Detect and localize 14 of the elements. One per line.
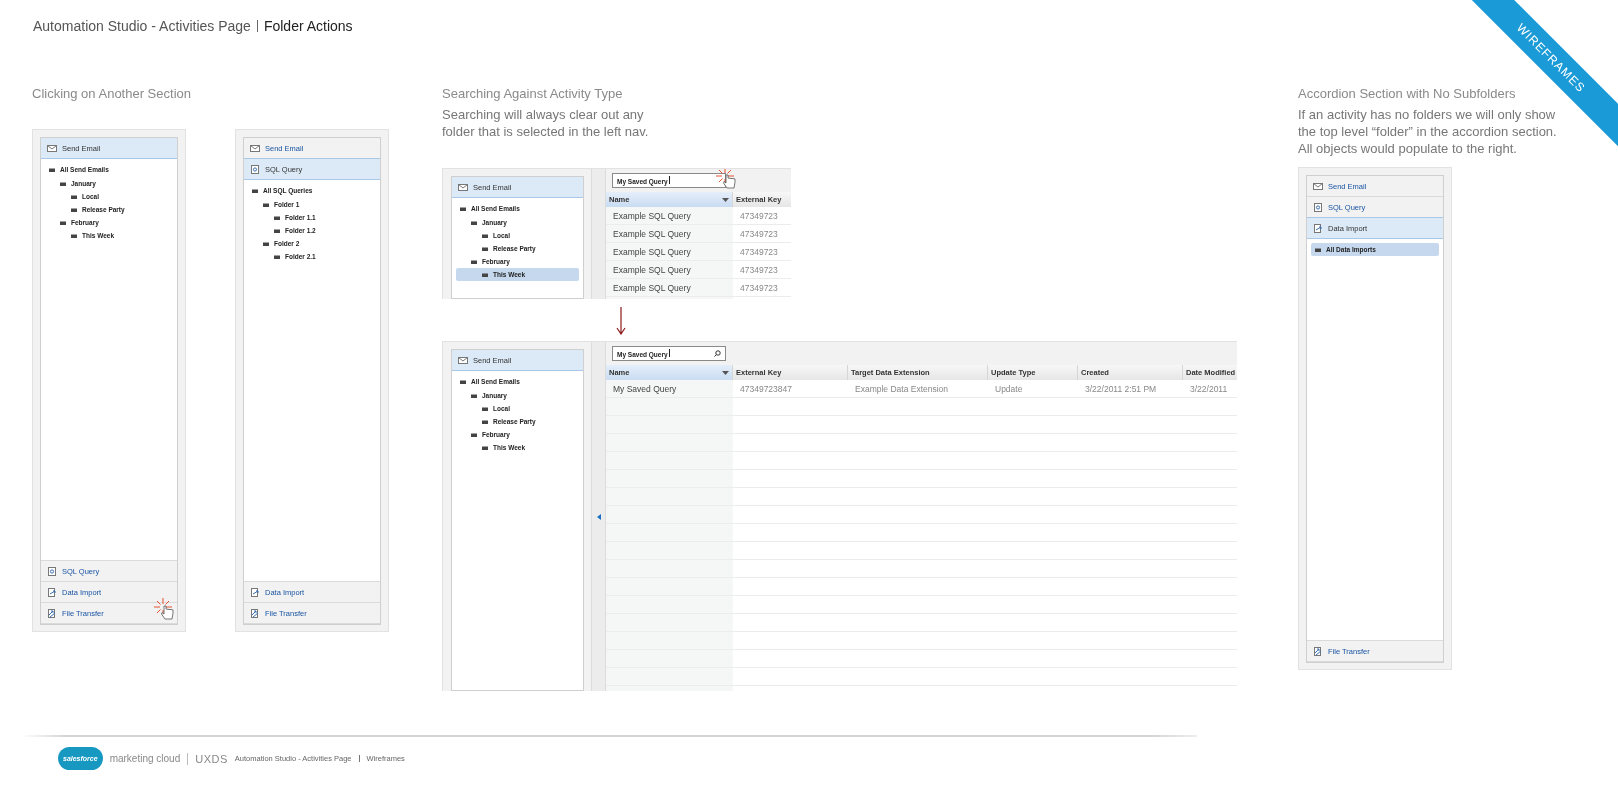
table-cell: Example SQL Query <box>606 279 733 296</box>
team-name: UXDS <box>195 752 228 765</box>
table-cell: Example SQL Query <box>606 207 733 224</box>
section-description: If an activity has no folders we will only show the top level “folder” in the accordion section. All objects would populate to the right. <box>1298 106 1558 157</box>
section-heading: Searching Against Activity Type <box>442 86 624 101</box>
table-cell: Example SQL Query <box>606 261 733 278</box>
product-name: marketing cloud <box>109 753 181 764</box>
table-cell: My Saved Query <box>606 380 733 397</box>
section-heading: Clicking on Another Section <box>32 86 192 101</box>
section-description: Searching will always clear out any folder that is selected in the left nav. <box>442 106 650 140</box>
page-subtitle: Folder Actions <box>263 18 353 34</box>
table-cell: Example SQL Query <box>606 225 733 242</box>
page-title: Automation Studio - Activities Page <box>33 18 251 34</box>
table-cell: Example SQL Query <box>606 243 733 260</box>
